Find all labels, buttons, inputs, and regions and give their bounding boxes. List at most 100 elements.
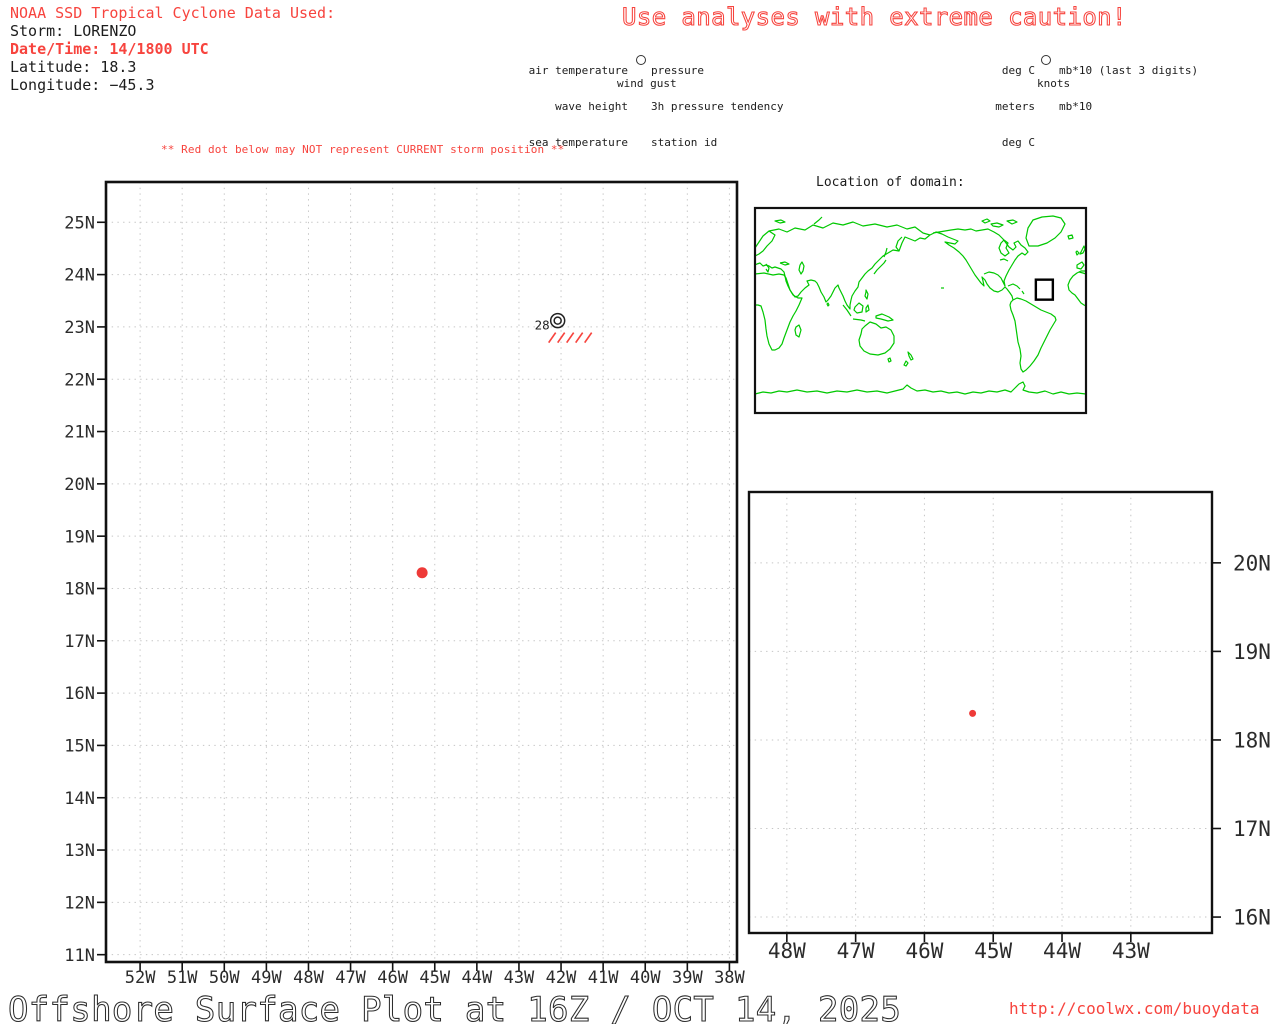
coastline — [932, 228, 1029, 287]
unit-deg-c-sea: deg C — [1001, 136, 1035, 149]
coastline — [1067, 234, 1074, 240]
coastline — [1021, 290, 1025, 295]
coastline — [754, 381, 1087, 395]
y-tick-label: 12N — [64, 893, 95, 913]
latitude-line: Latitude: 18.3 — [10, 58, 137, 76]
coastline — [754, 249, 900, 310]
station-circle-icon — [636, 55, 646, 65]
coastline — [864, 289, 869, 300]
missing-data-slash — [584, 332, 593, 344]
y-tick-label: 22N — [64, 370, 95, 390]
x-tick-label: 49W — [251, 968, 282, 988]
coastline — [1009, 297, 1057, 373]
coastline — [1075, 250, 1080, 256]
buoy-station-plot: 28 — [535, 312, 593, 344]
y-tick-label: 11N — [64, 946, 95, 966]
x-tick-label: 45W — [419, 968, 450, 988]
coastline — [903, 360, 909, 367]
y-tick-label: 16N — [1233, 906, 1271, 930]
x-tick-label: 48W — [768, 939, 806, 963]
coastline — [887, 357, 892, 363]
y-tick-label: 24N — [64, 266, 95, 286]
x-tick-label: 39W — [672, 968, 703, 988]
coastline — [865, 304, 870, 313]
x-tick-label: 43W — [504, 968, 535, 988]
legend-wave-height: wave height — [555, 100, 628, 113]
storm-position-dot — [969, 709, 977, 717]
y-tick-label: 25N — [64, 213, 95, 233]
x-tick-label: 50W — [209, 968, 240, 988]
coastline — [1067, 270, 1087, 307]
x-tick-label: 43W — [1112, 939, 1150, 963]
x-tick-label: 40W — [630, 968, 661, 988]
unit-pressure-tendency: mb*10 — [1059, 100, 1093, 113]
unit-knots: knots — [1037, 77, 1071, 90]
unit-deg-c-air: deg C — [1001, 64, 1035, 77]
y-tick-label: 21N — [64, 423, 95, 443]
x-tick-label: 46W — [905, 939, 943, 963]
y-tick-label: 17N — [1233, 817, 1271, 841]
storm-position-dot — [416, 567, 428, 579]
unit-meters: meters — [995, 100, 1035, 113]
coastline — [813, 216, 823, 225]
y-tick-label: 18N — [64, 580, 95, 600]
y-tick-label: 19N — [1233, 640, 1271, 664]
page-title: Offshore Surface Plot at 16Z / OCT 14, 2… — [7, 990, 902, 1024]
y-tick-label: 16N — [64, 684, 95, 704]
datetime-line: Date/Time: 14/1800 UTC — [10, 40, 209, 58]
coastline — [779, 261, 790, 266]
coastline — [754, 272, 803, 351]
missing-data-slash — [566, 332, 575, 344]
y-tick-label: 19N — [64, 527, 95, 547]
coastline — [873, 259, 887, 275]
y-tick-label: 17N — [64, 632, 95, 652]
locator-frame — [753, 206, 1088, 415]
y-tick-label: 15N — [64, 737, 95, 757]
coastline — [852, 318, 866, 322]
x-tick-label: 46W — [377, 968, 408, 988]
missing-data-slash — [548, 332, 557, 344]
coastline — [794, 324, 802, 338]
station-inner-circle-icon — [553, 316, 562, 325]
coastline — [929, 231, 1014, 301]
coastline — [907, 351, 914, 361]
y-tick-label: 18N — [1233, 729, 1271, 753]
missing-data-slash — [575, 332, 584, 344]
storm-name-line: Storm: LORENZO — [10, 22, 137, 40]
legend-pressure: pressure — [651, 64, 704, 77]
unit-pressure: mb*10 (last 3 digits) — [1059, 64, 1199, 77]
units-legend-left-column: deg C meters deg C — [900, 41, 1035, 173]
x-tick-label: 52W — [125, 968, 156, 988]
data-source-line: NOAA SSD Tropical Cyclone Data Used: — [10, 4, 336, 22]
coastline — [1079, 245, 1086, 255]
missing-data-slash — [557, 332, 566, 344]
x-tick-label: 47W — [837, 939, 875, 963]
legend-wind-gust: wind gust — [617, 77, 677, 90]
coastline — [826, 302, 830, 307]
coastline — [998, 239, 1010, 257]
plot-frame — [747, 490, 1214, 935]
legend-station-id: station id — [651, 136, 718, 149]
storm-position-warning: ** Red dot below may NOT represent CURRE… — [161, 143, 565, 156]
x-tick-label: 47W — [335, 968, 366, 988]
x-tick-label: 45W — [974, 939, 1012, 963]
coastline — [999, 258, 1009, 262]
zoomed-domain-map: 48W 47W 46W 45W 44W 43W 16N 17N 18N 19N 20N — [747, 490, 1271, 963]
units-legend-right-column: mb*10 (last 3 digits) mb*10 — [1059, 41, 1198, 137]
coastline — [853, 302, 864, 314]
coastline — [774, 219, 786, 224]
x-tick-label: 44W — [1043, 939, 1081, 963]
coastline — [883, 247, 888, 258]
coastline — [875, 313, 894, 322]
coastline — [1006, 219, 1018, 225]
x-tick-label: 38W — [714, 968, 745, 988]
coastline — [765, 263, 770, 273]
station-air-temperature: 28 — [535, 318, 550, 333]
y-tick-label: 20N — [64, 475, 95, 495]
y-tick-label: 20N — [1233, 551, 1271, 575]
coastline — [1007, 283, 1021, 290]
offshore-surface-plot-page: 52W 51W 50W 49W 48W 47W 46W 45W 44W 43W 42W 41W 40W 3… — [0, 0, 1280, 1024]
x-tick-label: 41W — [588, 968, 619, 988]
legend-air-temperature: air temperature — [528, 64, 628, 77]
y-tick-label: 23N — [64, 318, 95, 338]
